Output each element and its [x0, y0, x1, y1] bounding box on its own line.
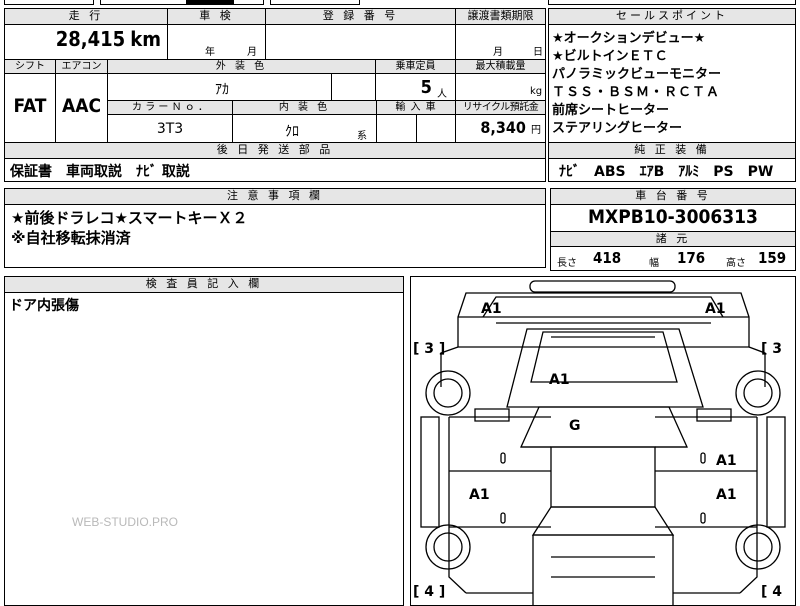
- inspector-box: 検 査 員 記 入 欄 ドア内張傷: [4, 276, 404, 606]
- note-line: ※自社移転抹消済: [11, 229, 131, 247]
- selling-points-box: セールスポイント ★オークションデビュー★ ★ビルトインＥＴＣ パノラミックビュ…: [548, 8, 796, 144]
- mark-a1-door-right-rear: A1: [716, 487, 737, 503]
- inspection-month: 月: [247, 47, 257, 58]
- interior-color-value: ｸﾛ: [285, 124, 299, 140]
- height-value: 159: [758, 249, 787, 267]
- selling-point-item: 前席シートヒーター: [552, 103, 670, 118]
- chassis-value: MXPB10-3006313: [588, 206, 758, 228]
- damage-diagram-box: A1 A1 A1 G A1 A1 A1 [ 3 ] [ 3 [ 4 ] [ 4: [410, 276, 796, 606]
- later-parts-value: 保証書 車両取説 ﾅﾋﾞ 取説: [10, 164, 190, 180]
- exterior-color-value: ｱｶ: [215, 82, 229, 98]
- length-label: 長さ: [557, 258, 577, 269]
- top-cutoff-strip: [0, 0, 800, 6]
- chassis-specs-box: 車 台 番 号 MXPB10-3006313 諸 元 長さ 418 幅 176 …: [550, 188, 796, 271]
- specs-header: 諸 元: [551, 231, 795, 247]
- wheel-rear-right-shape: [735, 524, 781, 570]
- mark-a1-door-left-rear: A1: [469, 487, 490, 503]
- mileage-header: 走 行: [5, 9, 167, 25]
- mark-a1-front-right: A1: [705, 301, 726, 317]
- selling-point-item: ★オークションデビュー★: [552, 31, 706, 46]
- notes-header: 注 意 事 項 欄: [5, 189, 545, 205]
- wheel-front-left-shape: [425, 370, 471, 416]
- watermark: WEB-STUDIO.PRO: [72, 515, 179, 529]
- mileage-value: 28,415 km: [55, 27, 161, 51]
- registration-header: 登 録 番 号: [265, 9, 455, 25]
- vehicle-info-table: 走 行 車 検 登 録 番 号 譲渡書類期限 28,415 km 年 月 月 日…: [4, 8, 546, 144]
- wheel-rear-left-shape: [425, 524, 471, 570]
- note-line: ★前後ドラレコ★スマートキーＸ２: [11, 209, 248, 227]
- later-parts-header: 後 日 発 送 部 品: [5, 143, 545, 159]
- inspector-header: 検 査 員 記 入 欄: [5, 277, 403, 293]
- mark-a1-door-right-front: A1: [716, 453, 737, 469]
- selling-points-list: ★オークションデビュー★ ★ビルトインＥＴＣ パノラミックビューモニター ＴＳＳ…: [552, 30, 721, 138]
- car-diagram: [420, 280, 786, 605]
- roof-shape: [550, 446, 656, 508]
- shift-value: FAT: [13, 95, 47, 117]
- width-label: 幅: [649, 258, 659, 269]
- mark-tire-rear-right: [ 4: [761, 584, 783, 600]
- width-value: 176: [677, 249, 706, 267]
- genuine-equipment-box: 純 正 装 備 ﾅﾋﾞ ABS ｴｱB ｱﾙﾐ PS PW: [548, 142, 796, 182]
- front-bumper-shape: [529, 280, 676, 293]
- mark-g-windshield: G: [569, 418, 581, 434]
- selling-point-item: ★ビルトインＥＴＣ: [552, 49, 668, 64]
- selling-point-item: ＴＳＳ・ＢＳＭ・ＲＣＴＡ: [552, 85, 721, 100]
- max-load-header: 最大積載量: [455, 60, 545, 74]
- length-value: 418: [593, 249, 622, 267]
- genuine-equipment-value: ﾅﾋﾞ ABS ｴｱB ｱﾙﾐ PS PW: [559, 164, 774, 180]
- transfer-month: 月: [493, 47, 503, 58]
- height-label: 高さ: [726, 258, 746, 269]
- shift-header: シフト: [5, 60, 55, 74]
- mark-a1-hood: A1: [549, 372, 570, 388]
- notes-box: 注 意 事 項 欄 ★前後ドラレコ★スマートキーＸ２ ※自社移転抹消済: [4, 188, 546, 268]
- recycle-header: リサイクル預託金: [455, 101, 545, 115]
- color-no-value: 3T3: [156, 121, 184, 137]
- inspection-header: 車 検: [167, 9, 265, 25]
- inspector-note: ドア内張傷: [9, 298, 79, 314]
- mark-tire-front-left: [ 3 ]: [413, 341, 446, 357]
- recycle-value: 8,340 円: [480, 118, 541, 137]
- mark-a1-front-left: A1: [481, 301, 502, 317]
- aircon-header: エアコン: [55, 60, 107, 74]
- import-header: 輸 入 車: [376, 101, 455, 115]
- transfer-deadline-header: 譲渡書類期限: [455, 9, 545, 25]
- mark-tire-front-right: [ 3: [761, 341, 783, 357]
- chassis-header: 車 台 番 号: [551, 189, 795, 205]
- wheel-front-right-shape: [735, 370, 781, 416]
- exterior-color-header: 外 装 色: [107, 60, 375, 74]
- max-load-unit: kg: [530, 86, 543, 97]
- selling-point-item: ステアリングヒーター: [552, 121, 683, 136]
- transfer-day: 日: [533, 47, 543, 58]
- capacity-value: 5 人: [420, 77, 447, 100]
- selling-points-header: セールスポイント: [549, 9, 795, 25]
- windshield-shape: [519, 406, 689, 448]
- color-no-header: カ ラ ー Ｎ ｏ ．: [108, 101, 232, 115]
- interior-color-header: 内 装 色: [232, 101, 376, 115]
- selling-point-item: パノラミックビューモニター: [552, 67, 722, 82]
- genuine-equipment-header: 純 正 装 備: [549, 143, 795, 159]
- notes-lines: ★前後ドラレコ★スマートキーＸ２ ※自社移転抹消済: [11, 208, 247, 248]
- interior-color-suffix: 系: [357, 131, 367, 142]
- aircon-value: AAC: [61, 95, 101, 117]
- inspection-year: 年: [205, 47, 215, 58]
- capacity-header: 乗車定員: [375, 60, 455, 74]
- later-parts-box: 後 日 発 送 部 品 保証書 車両取説 ﾅﾋﾞ 取説: [4, 142, 546, 182]
- mark-tire-rear-left: [ 4 ]: [413, 584, 446, 600]
